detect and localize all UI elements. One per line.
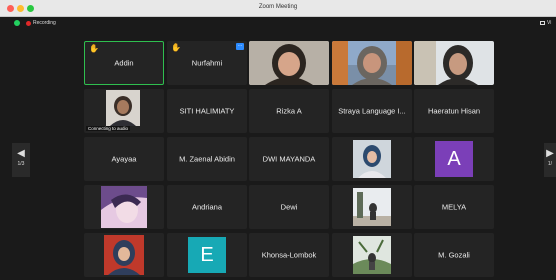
participant-avatar-tile[interactable]: E bbox=[167, 233, 247, 277]
next-page-button[interactable]: ▶ 1/ bbox=[544, 143, 556, 177]
participant-tile-dewi[interactable]: Dewi bbox=[249, 185, 329, 229]
recording-dot-icon bbox=[26, 21, 31, 26]
raised-hand-icon: ✋ bbox=[89, 44, 99, 53]
participant-tile-addin[interactable]: ✋ Addin bbox=[84, 41, 164, 85]
participant-name: MELYA bbox=[441, 202, 467, 212]
participant-video-tile[interactable] bbox=[332, 41, 412, 85]
chevron-right-icon: ▶ bbox=[546, 148, 554, 159]
view-button[interactable]: Vi bbox=[540, 20, 551, 26]
zoom-window: Zoom Meeting Recording Vi ◀ 1/3 ▶ 1/ ✋ A… bbox=[0, 0, 556, 280]
grid-view-icon bbox=[540, 20, 545, 25]
recording-label: Recording bbox=[33, 20, 56, 26]
participant-tile-nurfahmi[interactable]: ✋ ··· Nurfahmi bbox=[167, 41, 247, 85]
participant-avatar: E bbox=[188, 237, 226, 273]
participant-photo-tile[interactable] bbox=[84, 185, 164, 229]
participant-video-tile[interactable] bbox=[414, 41, 494, 85]
participant-name: Addin bbox=[114, 58, 134, 68]
participant-name: Straya Language I... bbox=[338, 106, 406, 116]
window-title: Zoom Meeting bbox=[258, 4, 298, 10]
participant-name: M. Zaenal Abidin bbox=[179, 154, 235, 164]
participant-tile-dwi-mayanda[interactable]: DWI MAYANDA bbox=[249, 137, 329, 181]
meeting-top-bar bbox=[0, 17, 556, 31]
participant-tile-andriana[interactable]: Andriana bbox=[167, 185, 247, 229]
participant-profile-photo bbox=[104, 235, 144, 275]
page-indicator-left: 1/3 bbox=[17, 161, 25, 167]
participant-name: Ayayaa bbox=[111, 154, 137, 164]
participant-video bbox=[414, 41, 494, 85]
connecting-audio-status: Connecting to audio bbox=[86, 126, 131, 131]
participant-tile-melya[interactable]: MELYA bbox=[414, 185, 494, 229]
participant-name: SITI HALIMIATY bbox=[179, 106, 235, 116]
participant-photo-tile[interactable] bbox=[332, 185, 412, 229]
participant-profile-photo bbox=[353, 188, 391, 226]
participant-options-icon[interactable]: ··· bbox=[236, 43, 244, 50]
participant-name: DWI MAYANDA bbox=[262, 154, 316, 164]
participant-avatar: A bbox=[435, 141, 473, 177]
participant-video bbox=[106, 90, 140, 126]
participant-photo-tile[interactable] bbox=[332, 137, 412, 181]
participant-profile-photo bbox=[101, 186, 147, 228]
participant-video-tile[interactable]: Connecting to audio bbox=[84, 89, 164, 133]
title-bar: Zoom Meeting bbox=[0, 0, 556, 17]
participant-profile-photo bbox=[353, 236, 391, 274]
participant-name: M. Gozali bbox=[438, 250, 470, 260]
participant-tile-straya-language[interactable]: Straya Language I... bbox=[332, 89, 412, 133]
participant-tile-khonsa-lombok[interactable]: Khonsa-Lombok bbox=[249, 233, 329, 277]
raised-hand-icon: ✋ bbox=[171, 43, 181, 52]
participant-tile-zaenal-abidin[interactable]: M. Zaenal Abidin bbox=[167, 137, 247, 181]
security-shield-icon[interactable] bbox=[14, 20, 20, 26]
participant-photo-tile[interactable] bbox=[332, 233, 412, 277]
participant-name: Andriana bbox=[191, 202, 223, 212]
page-indicator-right: 1/ bbox=[547, 161, 553, 167]
participant-video-tile[interactable] bbox=[249, 41, 329, 85]
participant-avatar-tile[interactable]: A bbox=[414, 137, 494, 181]
view-label: Vi bbox=[547, 20, 552, 26]
chevron-left-icon: ◀ bbox=[17, 148, 25, 159]
participant-photo-tile[interactable] bbox=[84, 233, 164, 277]
previous-page-button[interactable]: ◀ 1/3 bbox=[12, 143, 30, 177]
participant-name: Rizka A bbox=[276, 106, 302, 116]
participant-tile-m-gozali[interactable]: M. Gozali bbox=[414, 233, 494, 277]
participant-name: Haeratun Hisan bbox=[427, 106, 481, 116]
participant-tile-rizka-a[interactable]: Rizka A bbox=[249, 89, 329, 133]
participant-name: Khonsa-Lombok bbox=[261, 250, 317, 260]
participant-tile-siti-halimiaty[interactable]: SITI HALIMIATY bbox=[167, 89, 247, 133]
participant-name: Nurfahmi bbox=[191, 58, 223, 68]
participant-tile-haeratun-hisan[interactable]: Haeratun Hisan bbox=[414, 89, 494, 133]
participant-video bbox=[249, 41, 329, 85]
participant-tile-ayayaa[interactable]: Ayayaa bbox=[84, 137, 164, 181]
participant-profile-photo bbox=[353, 140, 391, 178]
participant-name: Dewi bbox=[280, 202, 298, 212]
participant-video bbox=[332, 41, 412, 85]
